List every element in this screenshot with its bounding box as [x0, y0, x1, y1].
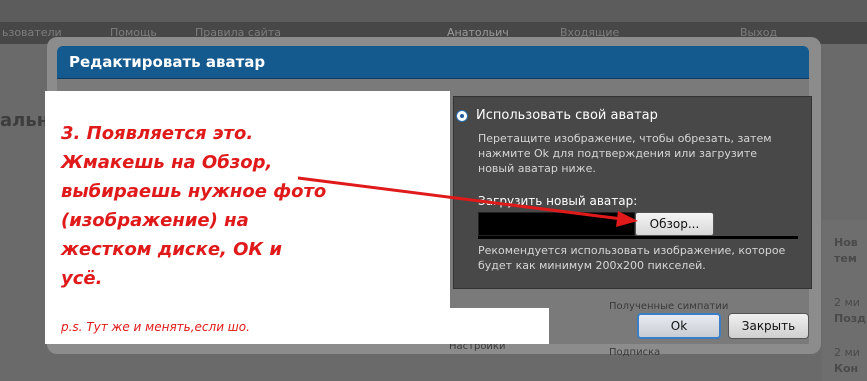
- annotation-arrow: [297, 176, 638, 227]
- annotation-arrow-line: [297, 176, 623, 221]
- annotation-arrow-head: [616, 211, 638, 227]
